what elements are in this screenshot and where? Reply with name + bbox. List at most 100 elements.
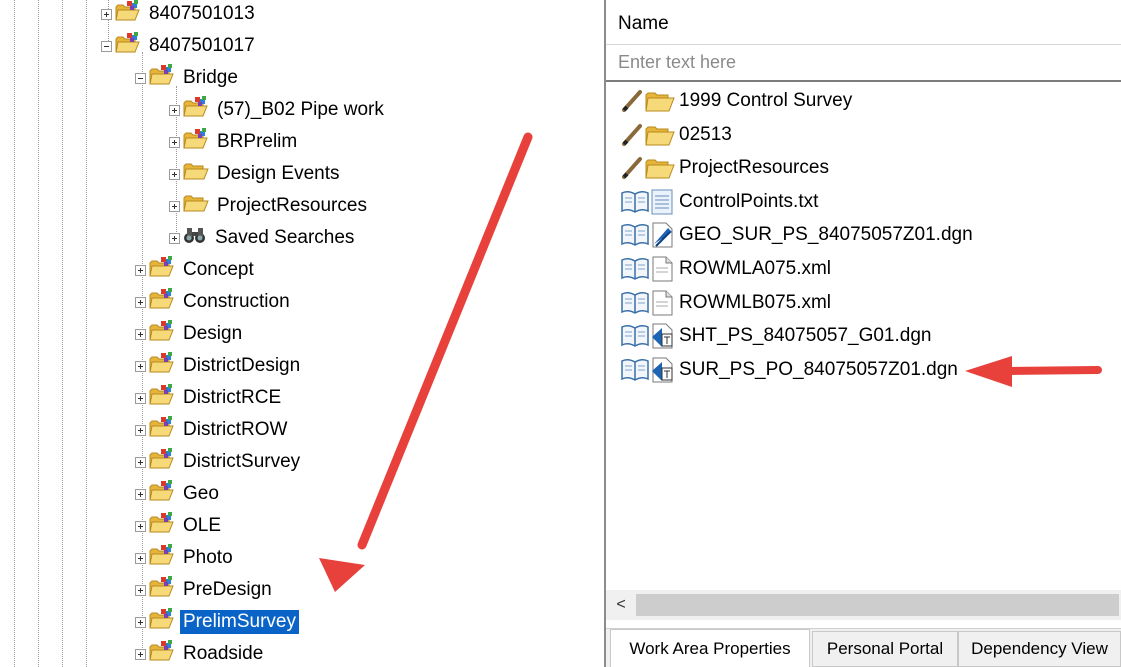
file-list-item[interactable]: ROWMLB075.xml <box>620 288 831 318</box>
project-folder-icon <box>149 512 175 540</box>
file-list-item[interactable]: 02513 <box>620 120 732 150</box>
tree-node-label: Saved Searches <box>215 227 355 248</box>
project-folder-icon <box>149 288 175 316</box>
tree-node[interactable]: BRPrelim <box>169 127 300 157</box>
pencil-folder-icon <box>620 122 676 148</box>
expand-plus-icon[interactable] <box>135 456 146 468</box>
tree-node-label: DistrictRCE <box>183 387 282 408</box>
tree-node[interactable]: Construction <box>135 287 293 317</box>
tree-node[interactable]: Roadside <box>135 639 266 667</box>
tree-node[interactable]: DistrictROW <box>135 415 290 445</box>
file-name: GEO_SUR_PS_84075057Z01.dgn <box>679 224 973 246</box>
project-folder-icon <box>149 448 175 476</box>
tree-node[interactable]: Design Events <box>169 159 343 189</box>
tree-node[interactable]: PreDesign <box>135 575 275 605</box>
expand-plus-icon[interactable] <box>101 8 112 20</box>
tree-node-label: Roadside <box>183 643 264 664</box>
tree-node-label: Design <box>183 323 243 344</box>
file-name: ProjectResources <box>679 157 829 179</box>
tree-guide-line <box>14 0 15 667</box>
expand-plus-icon[interactable] <box>169 232 180 244</box>
expand-plus-icon[interactable] <box>169 136 180 148</box>
expand-plus-icon[interactable] <box>135 328 146 340</box>
tree-node[interactable]: 8407501013 <box>101 0 258 29</box>
tab-dependency-view[interactable]: Dependency View <box>958 631 1121 667</box>
splitter-gap <box>560 0 604 667</box>
book-xml-file-icon <box>620 290 676 316</box>
pencil-folder-icon <box>620 155 676 181</box>
collapse-minus-icon[interactable] <box>101 40 112 52</box>
tab-work-area-properties[interactable]: Work Area Properties <box>610 629 810 667</box>
file-name: SUR_PS_PO_84075057Z01.dgn <box>679 358 958 380</box>
tree-node[interactable]: Geo <box>135 479 222 509</box>
file-name: 02513 <box>679 123 732 145</box>
expand-plus-icon[interactable] <box>135 648 146 660</box>
bottom-tab-strip: Work Area Properties Personal Portal Dep… <box>606 628 1121 667</box>
expand-plus-icon[interactable] <box>135 616 146 628</box>
project-folder-icon <box>149 384 175 412</box>
tree-node[interactable]: Design <box>135 319 245 349</box>
tree-node[interactable]: Photo <box>135 543 236 573</box>
tree-node-label: DistrictSurvey <box>183 451 301 472</box>
expand-plus-icon[interactable] <box>135 584 146 596</box>
tree-node[interactable]: Saved Searches <box>169 223 357 253</box>
tree-guide-line <box>38 0 39 667</box>
expand-plus-icon[interactable] <box>169 168 180 180</box>
tree-guide-line <box>86 0 87 667</box>
expand-plus-icon[interactable] <box>135 296 146 308</box>
tree-node-label: DistrictROW <box>183 419 288 440</box>
scrollbar-thumb[interactable] <box>636 594 1119 616</box>
tree-node-label: DistrictDesign <box>183 355 301 376</box>
file-list-item[interactable]: ControlPoints.txt <box>620 187 818 217</box>
file-list-item[interactable]: SHT_PS_84075057_G01.dgn <box>620 321 931 351</box>
expand-plus-icon[interactable] <box>135 520 146 532</box>
tree-node[interactable]: (57)_B02 Pipe work <box>169 95 387 125</box>
name-column-header[interactable]: Name <box>618 13 669 35</box>
collapse-minus-icon[interactable] <box>135 72 146 84</box>
project-folder-icon <box>115 0 141 28</box>
expand-plus-icon[interactable] <box>135 424 146 436</box>
expand-plus-icon[interactable] <box>135 552 146 564</box>
book-sheet-dgn-file-icon <box>620 357 676 383</box>
tree-node-label: Geo <box>183 483 219 504</box>
file-name: 1999 Control Survey <box>679 90 853 111</box>
tree-node[interactable]: DistrictDesign <box>135 351 303 381</box>
tab-personal-portal[interactable]: Personal Portal <box>812 631 958 667</box>
tree-node[interactable]: DistrictRCE <box>135 383 284 413</box>
tree-node[interactable]: DistrictSurvey <box>135 447 303 477</box>
book-text-file-icon <box>620 189 676 215</box>
file-list-item[interactable]: ROWMLA075.xml <box>620 254 831 284</box>
file-list-item[interactable]: GEO_SUR_PS_84075057Z01.dgn <box>620 220 973 250</box>
book-xml-file-icon <box>620 256 676 282</box>
pencil-folder-icon <box>620 88 676 114</box>
tree-node[interactable]: Bridge <box>135 63 241 93</box>
name-filter-input[interactable] <box>606 44 1121 80</box>
expand-plus-icon[interactable] <box>135 488 146 500</box>
file-name: ROWMLB075.xml <box>679 291 832 313</box>
project-folder-icon <box>149 416 175 444</box>
expand-plus-icon[interactable] <box>169 200 180 212</box>
expand-plus-icon[interactable] <box>135 360 146 372</box>
expand-plus-icon[interactable] <box>135 264 146 276</box>
tree-node[interactable]: 8407501017 <box>101 31 258 61</box>
folder-icon <box>183 193 209 219</box>
file-list-item[interactable]: SUR_PS_PO_84075057Z01.dgn <box>620 355 958 385</box>
project-folder-icon <box>183 128 209 156</box>
tree-node-label: BRPrelim <box>217 131 298 152</box>
file-list-item[interactable]: 1999 Control Survey <box>620 86 852 116</box>
project-folder-icon <box>149 608 175 636</box>
project-folder-icon <box>149 544 175 572</box>
expand-plus-icon[interactable] <box>169 104 180 116</box>
tree-node-label: ProjectResources <box>217 195 367 216</box>
expand-plus-icon[interactable] <box>135 392 146 404</box>
tree-node[interactable]: ProjectResources <box>169 191 370 221</box>
tree-node[interactable]: OLE <box>135 511 224 541</box>
tree-node[interactable]: Concept <box>135 255 257 285</box>
horizontal-scrollbar[interactable]: < <box>606 590 1121 620</box>
book-dgn-file-icon <box>620 222 676 248</box>
scroll-left-button[interactable]: < <box>608 590 634 620</box>
tree-node-label: (57)_B02 Pipe work <box>217 99 384 120</box>
tree-node[interactable]: PrelimSurvey <box>135 607 299 637</box>
book-sheet-dgn-file-icon <box>620 323 676 349</box>
file-list-item[interactable]: ProjectResources <box>620 153 829 183</box>
